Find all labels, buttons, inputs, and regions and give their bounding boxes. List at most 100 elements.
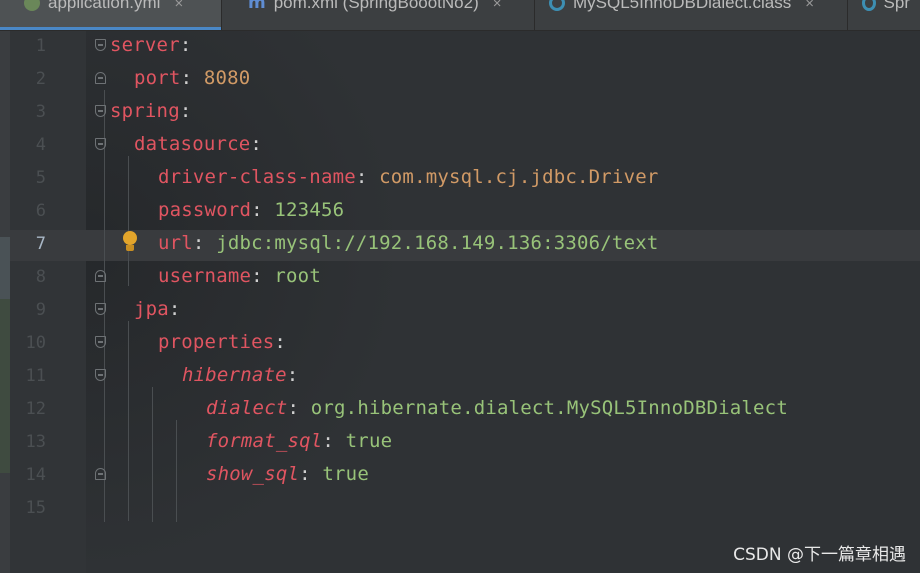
- code-text: jpa:: [134, 298, 181, 320]
- code-text: url: jdbc:mysql://192.168.149.136:3306/t…: [158, 232, 658, 254]
- yaml-key: datasource: [134, 133, 251, 155]
- line-number: 3: [35, 102, 46, 122]
- yaml-string-value: com.mysql.cj.jdbc.Driver: [379, 166, 659, 188]
- yaml-separator: :: [322, 430, 346, 452]
- line-number: 9: [35, 300, 46, 320]
- watermark: CSDN @下一篇章相遇: [733, 545, 906, 565]
- code-line[interactable]: 9 jpa:: [10, 295, 920, 328]
- fold-open-icon[interactable]: [95, 303, 106, 315]
- tab-spr[interactable]: Spr: [848, 0, 920, 30]
- code-text: spring:: [110, 100, 191, 122]
- yaml-separator: :: [179, 34, 192, 56]
- code-text: username: root: [158, 265, 321, 287]
- close-icon[interactable]: ×: [174, 0, 183, 12]
- class-file-icon: [549, 0, 565, 11]
- yaml-separator: :: [299, 463, 323, 485]
- line-number: 13: [25, 432, 46, 452]
- yaml-string-value: root: [274, 265, 321, 287]
- code-text: dialect: org.hibernate.dialect.MySQL5Inn…: [206, 397, 788, 419]
- tab-label: Spr: [883, 0, 910, 12]
- yaml-key: server: [110, 34, 180, 56]
- yaml-key: dialect: [206, 397, 288, 419]
- yaml-number-value: 8080: [203, 67, 251, 89]
- yaml-key: properties: [158, 331, 275, 353]
- yaml-key: password: [158, 199, 252, 221]
- maven-icon: m: [248, 0, 266, 13]
- fold-close-icon[interactable]: [95, 468, 106, 480]
- yaml-string-value: jdbc:mysql://192.168.149.136:3306/text: [216, 232, 659, 254]
- fold-open-icon[interactable]: [95, 138, 106, 150]
- fold-open-icon[interactable]: [95, 39, 106, 51]
- tab-application-yml[interactable]: application.yml ×: [0, 0, 222, 30]
- yaml-key: jpa: [134, 298, 169, 320]
- line-number: 14: [25, 465, 46, 485]
- yml-file-icon: [24, 0, 40, 11]
- code-editor[interactable]: 1 server: 2 port: 8080 3 spring: 4 datas…: [0, 31, 920, 573]
- tab-pom-xml[interactable]: m pom.xml (SpringBoootNo2) ×: [222, 0, 535, 30]
- fold-close-icon[interactable]: [95, 270, 106, 282]
- yaml-bool-value: true: [322, 463, 369, 485]
- code-line[interactable]: 4 datasource:: [10, 130, 920, 163]
- yaml-separator: :: [274, 331, 287, 353]
- code-text: driver-class-name: com.mysql.cj.jdbc.Dri…: [158, 166, 659, 188]
- code-text: properties:: [158, 331, 286, 353]
- yaml-string-value: org.hibernate.dialect.MySQL5InnoDBDialec…: [310, 397, 788, 419]
- code-line[interactable]: 12 dialect: org.hibernate.dialect.MySQL5…: [10, 394, 920, 427]
- line-number: 8: [35, 267, 46, 287]
- yaml-string-value: 123456: [274, 199, 345, 221]
- fold-open-icon[interactable]: [95, 369, 106, 381]
- line-number: 12: [25, 399, 46, 419]
- close-icon[interactable]: ×: [493, 0, 502, 12]
- close-icon[interactable]: ×: [805, 0, 814, 12]
- class-file-icon: [862, 0, 876, 11]
- yaml-key: spring: [110, 100, 180, 122]
- fold-open-icon[interactable]: [95, 336, 106, 348]
- tab-label: MySQL5InnoDBDialect.class: [573, 0, 792, 12]
- line-number: 7: [35, 234, 46, 254]
- code-line[interactable]: 3 spring:: [10, 97, 920, 130]
- code-line[interactable]: 13 format_sql: true: [10, 427, 920, 460]
- yaml-key: driver-class-name: [158, 166, 356, 188]
- code-line[interactable]: 15: [10, 493, 920, 526]
- code-text: datasource:: [134, 133, 262, 155]
- line-number: 10: [25, 333, 46, 353]
- code-line[interactable]: 5 driver-class-name: com.mysql.cj.jdbc.D…: [10, 163, 920, 196]
- code-line[interactable]: 1 server:: [10, 31, 920, 64]
- code-text: server:: [110, 34, 191, 56]
- yaml-separator: :: [179, 100, 192, 122]
- line-number: 11: [25, 366, 46, 386]
- code-line[interactable]: 10 properties:: [10, 328, 920, 361]
- fold-close-icon[interactable]: [95, 72, 106, 84]
- yaml-bool-value: true: [345, 430, 393, 452]
- yaml-separator: :: [286, 364, 299, 386]
- fold-open-icon[interactable]: [95, 105, 106, 117]
- line-number: 1: [35, 36, 46, 56]
- lightbulb-icon[interactable]: [122, 231, 138, 253]
- code-line[interactable]: 11 hibernate:: [10, 361, 920, 394]
- code-line[interactable]: 6 password: 123456: [10, 196, 920, 229]
- yaml-key: show_sql: [206, 463, 300, 485]
- tool-window-strip: [0, 31, 10, 573]
- tab-mysql5innodbdialect-class[interactable]: MySQL5InnoDBDialect.class ×: [535, 0, 848, 30]
- line-number: 5: [35, 168, 46, 188]
- line-number: 6: [35, 201, 46, 221]
- yaml-separator: :: [287, 397, 311, 419]
- code-line-current[interactable]: 7 url: jdbc:mysql://192.168.149.136:3306…: [10, 229, 920, 262]
- code-text: show_sql: true: [206, 463, 369, 485]
- code-line[interactable]: 14 show_sql: true: [10, 460, 920, 493]
- code-line[interactable]: 8 username: root: [10, 262, 920, 295]
- code-text: port: 8080: [134, 67, 250, 89]
- line-number: 2: [35, 69, 46, 89]
- line-number: 4: [35, 135, 46, 155]
- code-line[interactable]: 2 port: 8080: [10, 64, 920, 97]
- yaml-key: username: [158, 265, 252, 287]
- yaml-separator: :: [168, 298, 181, 320]
- yaml-separator: :: [251, 199, 275, 221]
- editor-tab-bar: application.yml × m pom.xml (SpringBooot…: [0, 0, 920, 31]
- code-text: password: 123456: [158, 199, 344, 221]
- yaml-key: url: [158, 232, 193, 254]
- code-text: format_sql: true: [206, 430, 392, 452]
- yaml-separator: :: [180, 67, 204, 89]
- tab-label: application.yml: [48, 0, 161, 12]
- yaml-separator: :: [355, 166, 380, 188]
